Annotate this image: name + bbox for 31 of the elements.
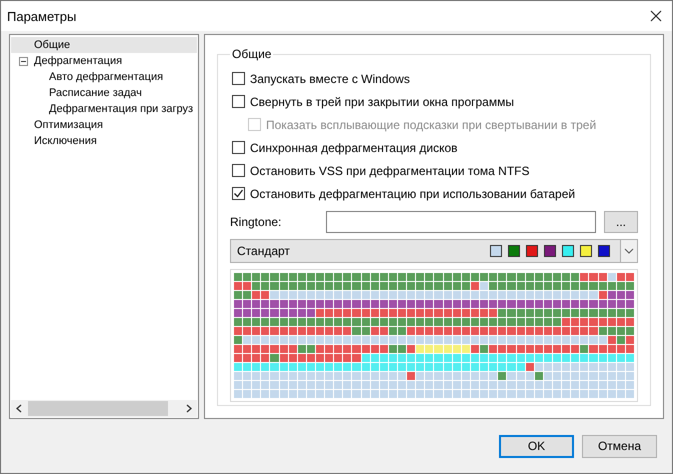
- group-title: Общие: [231, 47, 272, 61]
- checkbox-option[interactable]: Свернуть в трей при закрытии окна программы: [232, 90, 638, 113]
- tree-item[interactable]: Авто дефрагментация: [11, 69, 197, 85]
- checkbox[interactable]: [232, 141, 245, 154]
- dialog-button[interactable]: Отмена: [582, 434, 657, 458]
- checkbox[interactable]: [232, 164, 245, 177]
- horizontal-scrollbar[interactable]: [11, 400, 197, 417]
- tree-item[interactable]: Расписание задач: [11, 85, 197, 101]
- ringtone-field[interactable]: [326, 211, 596, 233]
- browse-button[interactable]: ...: [604, 211, 638, 233]
- color-scheme-dropdown[interactable]: Стандарт: [230, 239, 638, 263]
- tree-item[interactable]: Оптимизация: [11, 117, 197, 133]
- chevron-down-icon[interactable]: [624, 248, 634, 254]
- checkbox-option[interactable]: Запускать вместе с Windows: [232, 67, 638, 90]
- scroll-thumb[interactable]: [28, 401, 168, 416]
- checkbox-option[interactable]: Остановить дефрагментацию при использовании батарей: [232, 182, 638, 205]
- checkbox[interactable]: [232, 72, 245, 85]
- dropdown-value: Стандарт: [237, 244, 291, 258]
- window-title: Параметры: [7, 8, 76, 24]
- collapse-icon[interactable]: [19, 56, 28, 66]
- dialog-button[interactable]: OK: [499, 434, 574, 458]
- checkbox-option[interactable]: Остановить VSS при дефрагментации тома NTFS: [232, 159, 638, 182]
- checkbox-option[interactable]: Синхронная дефрагментация дисков: [232, 136, 638, 159]
- checkbox[interactable]: [232, 95, 245, 108]
- tree-item[interactable]: Дефрагментация: [11, 53, 197, 69]
- tree-item[interactable]: Общие: [11, 37, 197, 53]
- close-icon[interactable]: [650, 10, 662, 22]
- tree-item[interactable]: Исключения: [11, 133, 197, 149]
- field-label: Ringtone:: [230, 215, 282, 229]
- tree-item[interactable]: Дефрагментация при загруз: [11, 101, 197, 117]
- checkbox[interactable]: [232, 187, 245, 200]
